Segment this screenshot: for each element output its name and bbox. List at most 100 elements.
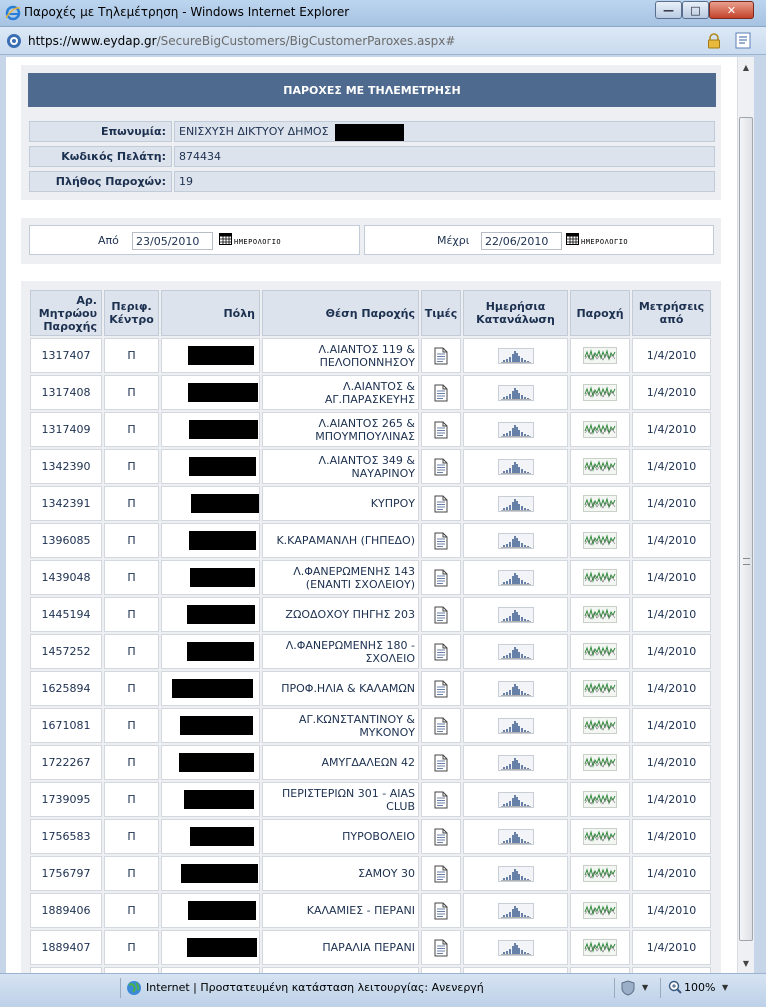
- col-since-header[interactable]: Μετρήσεις από: [632, 290, 711, 336]
- to-calendar-link[interactable]: ΗΜΕΡΟΛΟΓΙΟ: [581, 238, 628, 246]
- line-chart-icon[interactable]: [583, 495, 617, 512]
- bar-chart-icon[interactable]: [497, 532, 534, 549]
- document-icon[interactable]: [434, 939, 448, 957]
- vertical-scrollbar[interactable]: ▲ ▼: [737, 57, 754, 973]
- window-title-bar[interactable]: Παροχές με Τηλεμέτρηση - Windows Interne…: [0, 0, 766, 27]
- document-icon[interactable]: [434, 495, 448, 513]
- bar-chart-icon[interactable]: [497, 865, 534, 882]
- line-chart-icon[interactable]: [583, 828, 617, 845]
- calendar-icon[interactable]: [566, 233, 579, 245]
- bar-chart-icon[interactable]: [497, 606, 534, 623]
- bar-chart-icon[interactable]: [497, 384, 534, 401]
- supplies-table: Αρ. Μητρώου Παροχής Περιφ. Κέντρο Πόλη Θ…: [28, 288, 713, 973]
- prices-cell: [421, 597, 461, 632]
- line-chart-icon[interactable]: [583, 569, 617, 586]
- redacted-block: [181, 864, 258, 883]
- bar-chart-icon[interactable]: [497, 754, 534, 771]
- location-line-2: (ΕΝΑΝΤΙ ΣΧΟΛΕΙΟΥ): [305, 577, 415, 591]
- meter-cell: 1457252: [30, 634, 102, 669]
- bar-chart-icon[interactable]: [497, 569, 534, 586]
- col-center-header[interactable]: Περιφ. Κέντρο: [104, 290, 159, 336]
- document-icon[interactable]: [434, 828, 448, 846]
- line-chart-icon[interactable]: [583, 865, 617, 882]
- lock-icon[interactable]: [706, 33, 722, 49]
- col-meter-header[interactable]: Αρ. Μητρώου Παροχής: [30, 290, 102, 336]
- document-icon[interactable]: [434, 902, 448, 920]
- bar-chart-icon[interactable]: [497, 680, 534, 697]
- maximize-button[interactable]: □: [682, 1, 709, 19]
- table-row: 1445194 Π ΖΩΟΔΟΧΟΥ ΠΗΓΗΣ 203 1/4/2010: [30, 597, 711, 632]
- col-city-header[interactable]: Πόλη: [161, 290, 260, 336]
- globe-icon: [127, 981, 141, 995]
- line-chart-icon[interactable]: [583, 791, 617, 808]
- from-calendar-link[interactable]: ΗΜΕΡΟΛΟΓΙΟ: [234, 238, 281, 246]
- security-shield-icon[interactable]: [620, 980, 636, 996]
- document-icon[interactable]: [434, 680, 448, 698]
- col-location-header[interactable]: Θέση Παροχής: [262, 290, 419, 336]
- bar-chart-icon[interactable]: [497, 347, 534, 364]
- url-text[interactable]: https://www.eydap.gr/SecureBigCustomers/…: [28, 34, 455, 48]
- location-cell: Λ.ΑΙΑΝΤΟΣ 119 & ΠΕΛΟΠΟΝΝΗΣΟΥ: [262, 338, 419, 373]
- zoom-level[interactable]: 100%: [684, 981, 715, 994]
- address-bar[interactable]: https://www.eydap.gr/SecureBigCustomers/…: [0, 27, 766, 55]
- supply-cell: [570, 375, 630, 410]
- document-icon[interactable]: [434, 569, 448, 587]
- since-cell: 1/4/2010: [632, 671, 711, 706]
- bar-chart-icon[interactable]: [497, 458, 534, 475]
- table-row: 1756583 Π ΠΥΡΟΒΟΛΕΙΟ 1/4/2010: [30, 819, 711, 854]
- bar-chart-icon[interactable]: [497, 643, 534, 660]
- name-label: Επωνυμία:: [29, 121, 172, 142]
- bar-chart-icon[interactable]: [497, 717, 534, 734]
- document-icon[interactable]: [434, 643, 448, 661]
- line-chart-icon[interactable]: [583, 717, 617, 734]
- document-icon[interactable]: [434, 421, 448, 439]
- location-cell: ΖΩΟΔΟΧΟΥ ΠΗΓΗΣ 203: [262, 597, 419, 632]
- line-chart-icon[interactable]: [583, 458, 617, 475]
- from-date-input[interactable]: [132, 232, 213, 250]
- line-chart-icon[interactable]: [583, 606, 617, 623]
- document-icon[interactable]: [434, 717, 448, 735]
- bar-chart-icon[interactable]: [497, 939, 534, 956]
- prices-cell: [421, 745, 461, 780]
- bar-chart-icon[interactable]: [497, 902, 534, 919]
- security-dropdown-icon[interactable]: ▼: [642, 983, 648, 992]
- zoom-dropdown-icon[interactable]: ▼: [722, 983, 728, 992]
- document-icon[interactable]: [434, 458, 448, 476]
- line-chart-icon[interactable]: [583, 939, 617, 956]
- bar-chart-icon[interactable]: [497, 495, 534, 512]
- line-chart-icon[interactable]: [583, 421, 617, 438]
- document-icon[interactable]: [434, 532, 448, 550]
- redacted-block: [187, 642, 254, 661]
- close-button[interactable]: ✕: [709, 1, 754, 19]
- line-chart-icon[interactable]: [583, 347, 617, 364]
- line-chart-icon[interactable]: [583, 754, 617, 771]
- bar-chart-icon[interactable]: [497, 421, 534, 438]
- document-icon[interactable]: [434, 865, 448, 883]
- line-chart-icon[interactable]: [583, 680, 617, 697]
- scroll-down-arrow-icon[interactable]: ▼: [738, 955, 754, 971]
- location-cell: Λ.ΦΑΝΕΡΩΜΕΝΗΣ 180 - ΣΧΟΛΕΙΟ: [262, 634, 419, 669]
- document-icon[interactable]: [434, 384, 448, 402]
- line-chart-icon[interactable]: [583, 532, 617, 549]
- document-icon[interactable]: [434, 791, 448, 809]
- city-cell: [161, 449, 260, 484]
- line-chart-icon[interactable]: [583, 384, 617, 401]
- compatibility-view-icon[interactable]: [735, 32, 751, 49]
- document-icon[interactable]: [434, 754, 448, 772]
- document-icon[interactable]: [434, 606, 448, 624]
- calendar-icon[interactable]: [219, 233, 232, 245]
- location-line-1: ΚΑΛΑΜΙΕΣ - ΠΕΡΑΝΙ: [306, 904, 415, 917]
- zoom-icon[interactable]: [668, 980, 682, 994]
- bar-chart-icon[interactable]: [497, 828, 534, 845]
- document-icon[interactable]: [434, 347, 448, 365]
- minimize-button[interactable]: —: [655, 1, 682, 19]
- line-chart-icon[interactable]: [583, 902, 617, 919]
- scrollbar-thumb[interactable]: [739, 117, 753, 941]
- scroll-up-arrow-icon[interactable]: ▲: [738, 59, 754, 75]
- meter-cell: 1396085: [30, 523, 102, 558]
- supply-cell: [570, 819, 630, 854]
- line-chart-icon[interactable]: [583, 643, 617, 660]
- bar-chart-icon[interactable]: [497, 791, 534, 808]
- center-cell: Π: [104, 819, 159, 854]
- to-date-input[interactable]: [481, 232, 562, 250]
